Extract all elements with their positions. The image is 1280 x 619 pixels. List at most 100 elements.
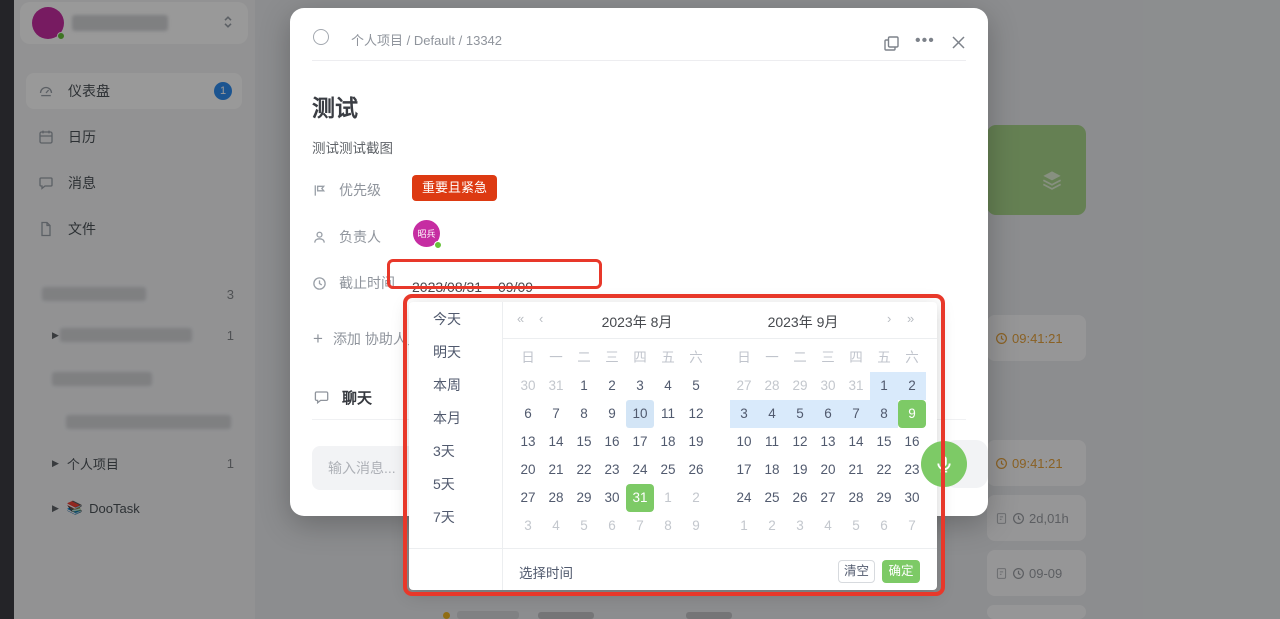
day-cell-28[interactable]: 28 <box>758 372 786 400</box>
shortcut-本周[interactable]: 本周 <box>409 369 502 402</box>
day-cell-7[interactable]: 7 <box>626 512 654 540</box>
shortcut-5天[interactable]: 5天 <box>409 468 502 501</box>
day-cell-27[interactable]: 27 <box>814 484 842 512</box>
select-time-link[interactable]: 选择时间 <box>519 562 573 582</box>
day-cell-28[interactable]: 28 <box>842 484 870 512</box>
clear-button[interactable]: 清空 <box>838 560 875 583</box>
day-cell-20[interactable]: 20 <box>514 456 542 484</box>
day-cell-10[interactable]: 10 <box>730 428 758 456</box>
day-cell-10[interactable]: 10 <box>626 400 654 428</box>
assignee-avatar[interactable]: 昭兵 <box>413 220 440 247</box>
shortcut-今天[interactable]: 今天 <box>409 303 502 336</box>
day-cell-1[interactable]: 1 <box>570 372 598 400</box>
day-cell-19[interactable]: 19 <box>682 428 710 456</box>
day-cell-22[interactable]: 22 <box>570 456 598 484</box>
day-cell-4[interactable]: 4 <box>814 512 842 540</box>
day-cell-12[interactable]: 12 <box>786 428 814 456</box>
day-cell-30[interactable]: 30 <box>598 484 626 512</box>
day-cell-25[interactable]: 25 <box>654 456 682 484</box>
day-cell-13[interactable]: 13 <box>514 428 542 456</box>
day-cell-15[interactable]: 15 <box>870 428 898 456</box>
day-cell-16[interactable]: 16 <box>898 428 926 456</box>
day-cell-9[interactable]: 9 <box>682 512 710 540</box>
day-cell-29[interactable]: 29 <box>786 372 814 400</box>
day-cell-1[interactable]: 1 <box>654 484 682 512</box>
day-cell-11[interactable]: 11 <box>758 428 786 456</box>
day-cell-7[interactable]: 7 <box>898 512 926 540</box>
day-cell-3[interactable]: 3 <box>626 372 654 400</box>
next-year-icon[interactable]: » <box>907 311 914 326</box>
day-cell-14[interactable]: 14 <box>842 428 870 456</box>
day-cell-1[interactable]: 1 <box>730 512 758 540</box>
day-cell-9[interactable]: 9 <box>598 400 626 428</box>
day-cell-4[interactable]: 4 <box>542 512 570 540</box>
day-cell-21[interactable]: 21 <box>842 456 870 484</box>
day-cell-13[interactable]: 13 <box>814 428 842 456</box>
day-cell-26[interactable]: 26 <box>786 484 814 512</box>
day-cell-30[interactable]: 30 <box>514 372 542 400</box>
day-cell-6[interactable]: 6 <box>870 512 898 540</box>
day-cell-31[interactable]: 31 <box>626 484 654 512</box>
due-date-input[interactable]: 2023/08/31 ~ 09/09 <box>412 273 533 301</box>
day-cell-4[interactable]: 4 <box>758 400 786 428</box>
task-description[interactable]: 测试测试截图 <box>312 137 393 157</box>
day-cell-17[interactable]: 17 <box>730 456 758 484</box>
day-cell-18[interactable]: 18 <box>654 428 682 456</box>
day-cell-2[interactable]: 2 <box>682 484 710 512</box>
day-cell-5[interactable]: 5 <box>570 512 598 540</box>
task-complete-checkbox[interactable] <box>313 29 329 45</box>
next-month-icon[interactable]: › <box>887 311 891 326</box>
day-cell-27[interactable]: 27 <box>514 484 542 512</box>
day-cell-7[interactable]: 7 <box>842 400 870 428</box>
day-cell-2[interactable]: 2 <box>898 372 926 400</box>
open-in-window-icon[interactable] <box>883 35 900 52</box>
day-cell-25[interactable]: 25 <box>758 484 786 512</box>
day-cell-6[interactable]: 6 <box>514 400 542 428</box>
add-collaborator-button[interactable]: + 添加 协助人员 <box>313 329 421 349</box>
day-cell-12[interactable]: 12 <box>682 400 710 428</box>
day-cell-11[interactable]: 11 <box>654 400 682 428</box>
task-title[interactable]: 测试 <box>312 89 358 123</box>
tab-chat[interactable]: 聊天 <box>313 387 372 408</box>
prev-month-icon[interactable]: ‹ <box>539 311 543 326</box>
day-cell-1[interactable]: 1 <box>870 372 898 400</box>
day-cell-3[interactable]: 3 <box>786 512 814 540</box>
day-cell-28[interactable]: 28 <box>542 484 570 512</box>
day-cell-20[interactable]: 20 <box>814 456 842 484</box>
day-cell-30[interactable]: 30 <box>898 484 926 512</box>
day-cell-3[interactable]: 3 <box>514 512 542 540</box>
voice-record-button[interactable] <box>921 441 967 487</box>
day-cell-5[interactable]: 5 <box>842 512 870 540</box>
prev-year-icon[interactable]: « <box>517 311 524 326</box>
day-cell-29[interactable]: 29 <box>870 484 898 512</box>
day-cell-29[interactable]: 29 <box>570 484 598 512</box>
day-cell-4[interactable]: 4 <box>654 372 682 400</box>
close-icon[interactable] <box>950 34 967 51</box>
priority-badge[interactable]: 重要且紧急 <box>412 175 497 201</box>
day-cell-5[interactable]: 5 <box>682 372 710 400</box>
day-cell-27[interactable]: 27 <box>730 372 758 400</box>
day-cell-8[interactable]: 8 <box>570 400 598 428</box>
day-cell-2[interactable]: 2 <box>758 512 786 540</box>
day-cell-16[interactable]: 16 <box>598 428 626 456</box>
day-cell-14[interactable]: 14 <box>542 428 570 456</box>
day-cell-5[interactable]: 5 <box>786 400 814 428</box>
shortcut-明天[interactable]: 明天 <box>409 336 502 369</box>
shortcut-本月[interactable]: 本月 <box>409 402 502 435</box>
confirm-button[interactable]: 确定 <box>882 560 920 583</box>
day-cell-9[interactable]: 9 <box>898 400 926 428</box>
day-cell-17[interactable]: 17 <box>626 428 654 456</box>
day-cell-2[interactable]: 2 <box>598 372 626 400</box>
shortcut-7天[interactable]: 7天 <box>409 501 502 534</box>
day-cell-21[interactable]: 21 <box>542 456 570 484</box>
day-cell-6[interactable]: 6 <box>598 512 626 540</box>
day-cell-15[interactable]: 15 <box>570 428 598 456</box>
day-cell-3[interactable]: 3 <box>730 400 758 428</box>
day-cell-30[interactable]: 30 <box>814 372 842 400</box>
day-cell-19[interactable]: 19 <box>786 456 814 484</box>
day-cell-8[interactable]: 8 <box>654 512 682 540</box>
more-menu-icon[interactable]: ••• <box>915 32 932 49</box>
day-cell-24[interactable]: 24 <box>626 456 654 484</box>
day-cell-31[interactable]: 31 <box>842 372 870 400</box>
day-cell-23[interactable]: 23 <box>598 456 626 484</box>
